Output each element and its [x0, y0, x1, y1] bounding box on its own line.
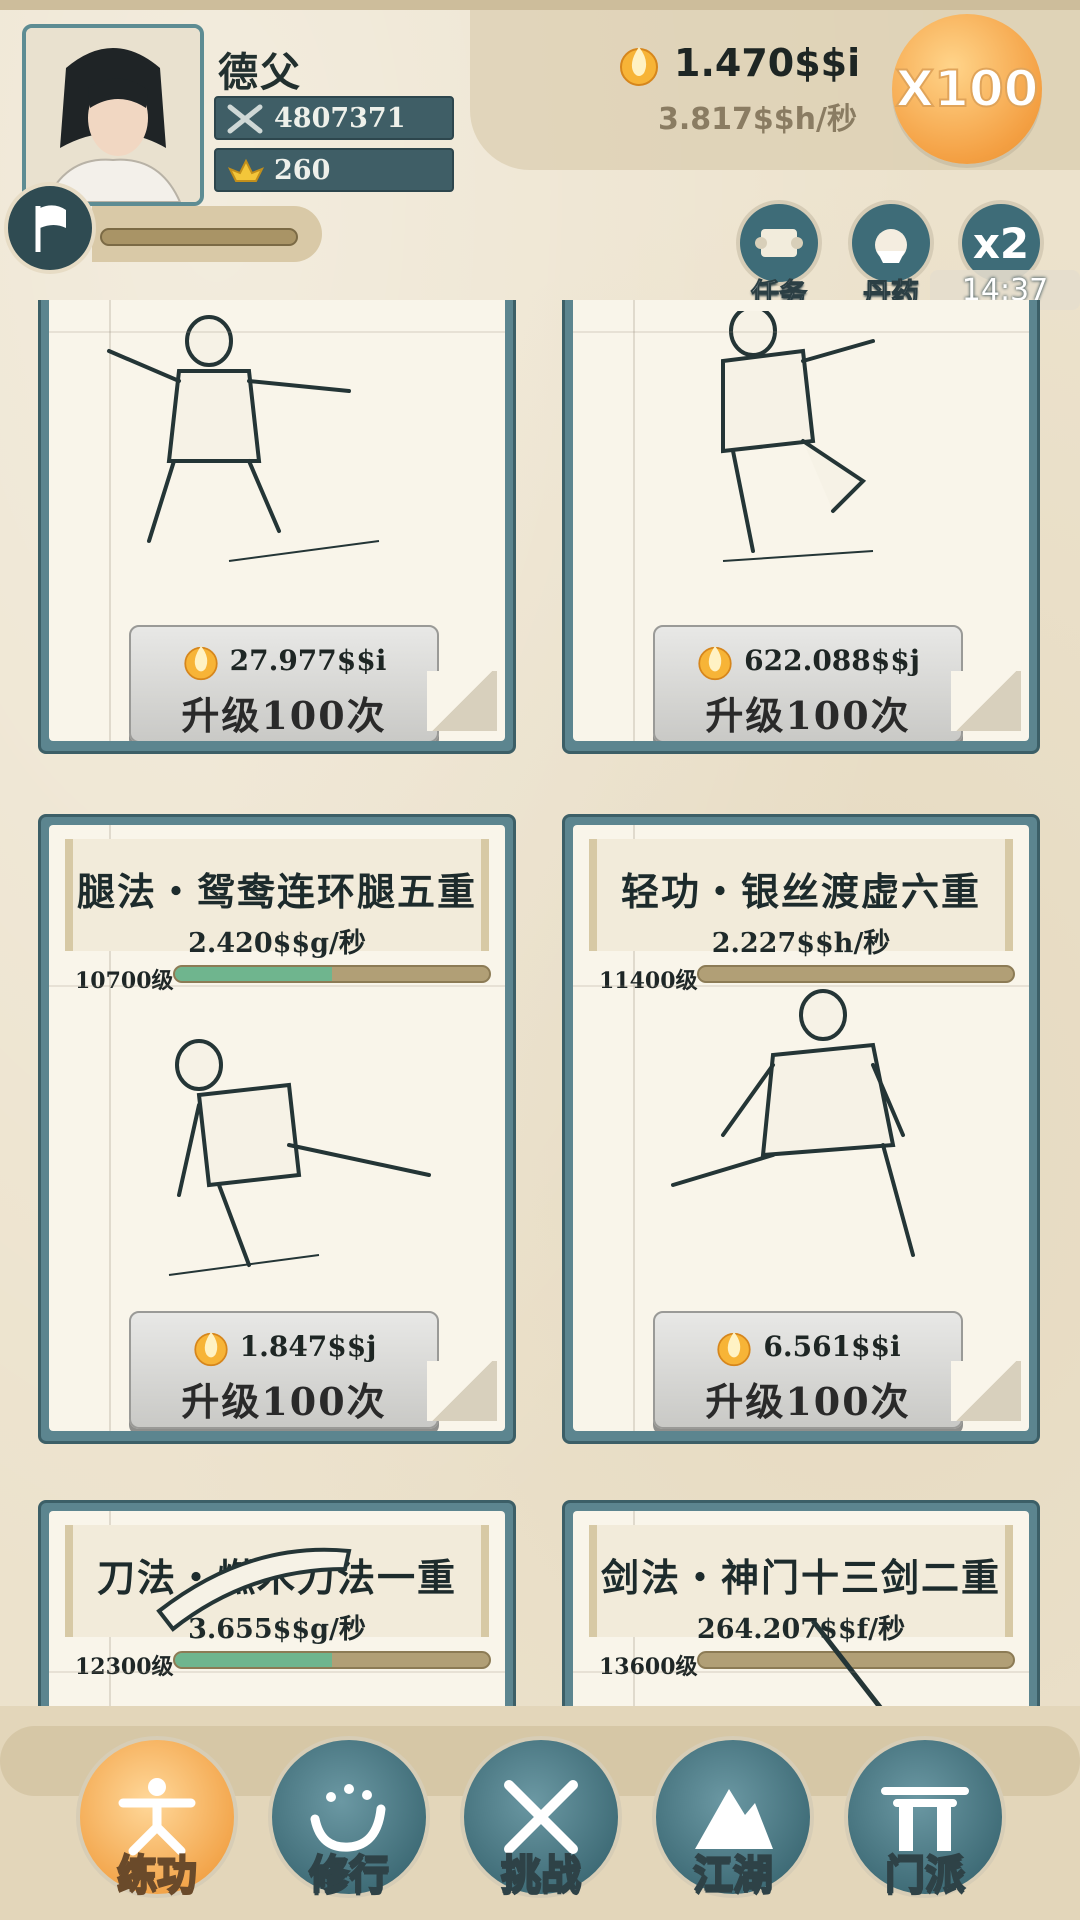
upgrade-cost-value: 622.088$$j	[744, 643, 920, 677]
experience-bar	[100, 228, 298, 246]
upgrade-cost: 27.977$$i	[131, 639, 437, 681]
gold-box: 260	[214, 148, 454, 192]
martial-artist-illustration	[107, 315, 380, 562]
card-title-banner: 轻功・银丝渡虚六重 2.227$$h/秒	[589, 839, 1013, 959]
nav-jianghu[interactable]: 江湖	[652, 1736, 814, 1899]
player-name: 德父	[218, 49, 302, 96]
page-curl	[951, 1361, 1021, 1421]
skill-card: 27.977$$i 升级100次	[38, 300, 516, 754]
x100-boost-button[interactable]: X100	[892, 14, 1042, 164]
combat-power-value: 4807371	[274, 102, 406, 134]
upgrade-cost: 6.561$$i	[655, 1325, 961, 1367]
card-paper: 剑法・神门十三剑二重 264.207$$f/秒 13600级	[573, 1511, 1029, 1706]
peach-icon	[875, 229, 907, 263]
nav-label: 修行	[308, 1850, 390, 1899]
upgrade-label: 升级100次	[705, 693, 911, 738]
skill-card: 剑法・神门十三剑二重 264.207$$f/秒 13600级	[562, 1500, 1040, 1706]
saber-icon	[156, 1547, 352, 1632]
nav-label: 江湖	[692, 1850, 774, 1899]
card-paper: 轻功・银丝渡虚六重 2.227$$h/秒 11400级 6.561$$i 升级1…	[573, 825, 1029, 1431]
upgrade-button[interactable]: 27.977$$i 升级100次	[129, 625, 439, 741]
level-progress-fill	[175, 967, 332, 981]
crossed-swords-icon	[227, 104, 263, 134]
flame-coin-icon	[698, 646, 732, 681]
martial-artist-illustration	[671, 989, 915, 1257]
card-paper: 622.088$$j 升级100次	[573, 300, 1029, 741]
scroll-icon	[755, 229, 803, 257]
boost-multiplier: X100	[895, 59, 1040, 119]
avatar-portrait	[26, 28, 200, 202]
sword-icon	[811, 1619, 883, 1706]
skill-rate: 2.227$$h/秒	[711, 928, 891, 959]
rank-flag-button[interactable]	[4, 182, 96, 274]
nav-challenge[interactable]: 挑战	[460, 1736, 622, 1899]
upgrade-label: 升级100次	[181, 1379, 387, 1424]
skill-level: 10700级	[75, 968, 174, 994]
flame-coin-icon	[620, 47, 658, 86]
nav-label: 门派	[884, 1850, 966, 1899]
gold-ingot-icon	[227, 158, 265, 182]
flag-icon	[35, 205, 66, 252]
upgrade-cost-value: 1.847$$j	[239, 1329, 377, 1363]
page-curl	[951, 671, 1021, 731]
combat-power-box: 4807371	[214, 96, 454, 140]
upgrade-button[interactable]: 1.847$$j 升级100次	[129, 1311, 439, 1429]
upgrade-button[interactable]: 6.561$$i 升级100次	[653, 1311, 963, 1429]
nav-label: 挑战	[500, 1850, 582, 1899]
skill-rate: 2.420$$g/秒	[188, 928, 366, 959]
flame-coin-icon	[193, 1332, 228, 1367]
skill-card: 腿法・鸳鸯连环腿五重 2.420$$g/秒 10700级 1.847$$j 升级…	[38, 814, 516, 1444]
upgrade-cost-value: 6.561$$i	[763, 1329, 901, 1363]
nav-cultivation[interactable]: 修行	[268, 1736, 430, 1899]
fire-currency: 1.470$$i	[618, 34, 860, 92]
skill-card: 轻功・银丝渡虚六重 2.227$$h/秒 11400级 6.561$$i 升级1…	[562, 814, 1040, 1444]
skill-card: 刀法・燃木刀法一重 3.655$$g/秒 12300级	[38, 1500, 516, 1706]
nav-kungfu[interactable]: 练功	[76, 1736, 238, 1899]
upgrade-label: 升级100次	[705, 1379, 911, 1424]
card-title-banner: 腿法・鸳鸯连环腿五重 2.420$$g/秒	[65, 839, 489, 959]
martial-artist-illustration	[721, 311, 875, 562]
gold-value: 260	[274, 154, 331, 186]
page-curl	[427, 671, 497, 731]
upgrade-cost-value: 27.977$$i	[229, 643, 387, 677]
card-paper: 27.977$$i 升级100次	[49, 300, 505, 741]
page-curl	[427, 1361, 497, 1421]
currency-rate: 3.817$$h/秒	[658, 102, 857, 137]
martial-artist-illustration	[168, 1039, 431, 1276]
skill-card-list[interactable]: 27.977$$i 升级100次 622.088$$j 升级100次 腿法・鸳鸯…	[0, 300, 1080, 1706]
nav-label: 练功	[116, 1850, 198, 1899]
nav-sect[interactable]: 门派	[844, 1736, 1006, 1899]
upgrade-label: 升级100次	[181, 693, 387, 738]
upgrade-button[interactable]: 622.088$$j 升级100次	[653, 625, 963, 741]
header: 德父 4807371 260 1.470$$i 3.817$$h/秒 X100	[0, 0, 1080, 311]
skill-title: 轻功・银丝渡虚六重	[620, 869, 981, 914]
upgrade-cost: 1.847$$j	[131, 1325, 437, 1367]
skill-title: 腿法・鸳鸯连环腿五重	[76, 869, 477, 914]
x2-label: x2	[972, 218, 1030, 268]
skill-card: 622.088$$j 升级100次	[562, 300, 1040, 754]
flame-coin-icon	[717, 1332, 751, 1367]
flame-coin-icon	[183, 646, 218, 681]
bottom-navigation: 练功 修行 挑战 江湖 门派	[0, 1706, 1080, 1920]
currency-amount: 1.470$$i	[674, 41, 861, 85]
header-top-band	[0, 0, 1080, 10]
upgrade-cost: 622.088$$j	[655, 639, 961, 681]
level-progress-bar	[173, 965, 491, 983]
player-avatar[interactable]	[22, 24, 204, 206]
card-paper: 腿法・鸳鸯连环腿五重 2.420$$g/秒 10700级 1.847$$j 升级…	[49, 825, 505, 1431]
card-paper: 刀法・燃木刀法一重 3.655$$g/秒 12300级	[49, 1511, 505, 1706]
